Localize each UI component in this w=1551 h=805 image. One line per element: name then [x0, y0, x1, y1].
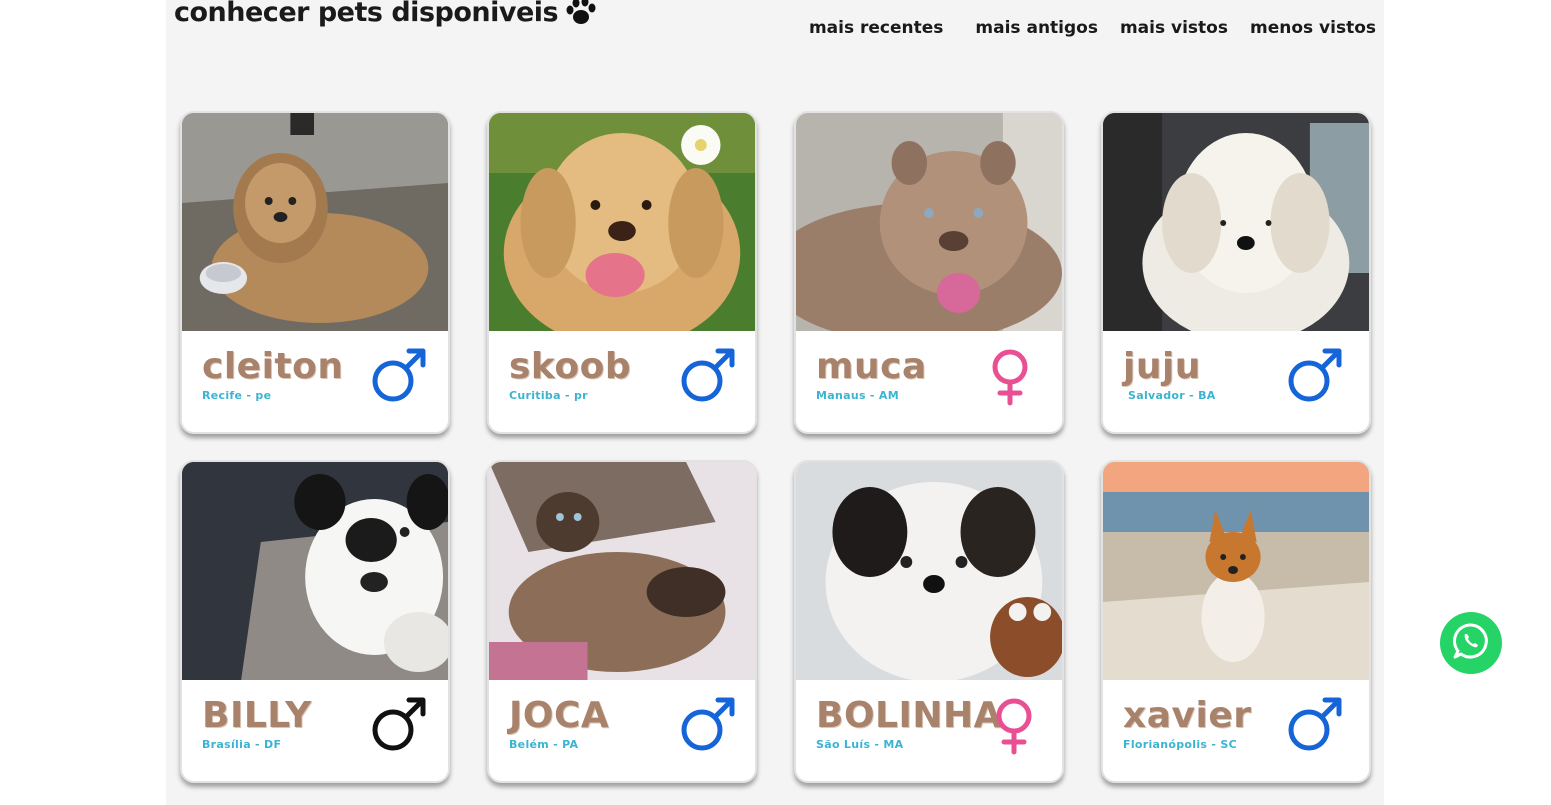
pet-card-xavier[interactable]: xavier Florianópolis - SC	[1101, 460, 1371, 783]
sort-most-recent[interactable]: mais recentes	[809, 18, 943, 38]
pet-location: Recife - pe	[202, 389, 272, 402]
pet-location: Florianópolis - SC	[1123, 738, 1237, 751]
male-icon	[1283, 696, 1347, 756]
sort-most-viewed[interactable]: mais vistos	[1120, 18, 1228, 38]
page-title: conhecer pets disponiveis	[174, 0, 604, 28]
pet-photo	[796, 113, 1062, 331]
male-icon	[367, 347, 431, 407]
page-title-text: conhecer pets disponiveis	[174, 0, 559, 28]
pet-card-cleiton[interactable]: cleiton Recife - pe	[180, 111, 450, 434]
pet-photo	[796, 462, 1062, 680]
pet-name: skoob	[509, 346, 632, 387]
pet-card-joca[interactable]: JOCA Belém - PA	[487, 460, 757, 783]
pet-name: JOCA	[509, 695, 610, 736]
pet-card-skoob[interactable]: skoob Curitiba - pr	[487, 111, 757, 434]
pet-photo	[182, 462, 448, 680]
pet-card-muca[interactable]: muca Manaus - AM	[794, 111, 1064, 434]
pet-name: xavier	[1123, 695, 1252, 736]
pet-name: juju	[1123, 346, 1201, 387]
paw-icon	[560, 0, 604, 28]
pet-name: BOLINHA	[816, 695, 1002, 736]
pet-name: BILLY	[202, 695, 312, 736]
pet-photo	[1103, 113, 1369, 331]
male-icon	[1283, 347, 1347, 407]
sort-oldest[interactable]: mais antigos	[975, 18, 1098, 38]
pet-location: São Luís - MA	[816, 738, 904, 751]
whatsapp-icon	[1451, 621, 1491, 665]
male-icon	[676, 347, 740, 407]
pet-location: Curitiba - pr	[509, 389, 588, 402]
pet-location: Manaus - AM	[816, 389, 899, 402]
pet-location: Brasília - DF	[202, 738, 282, 751]
female-icon	[982, 696, 1046, 756]
pet-card-juju[interactable]: juju Salvador - BA	[1101, 111, 1371, 434]
pet-name: muca	[816, 346, 927, 387]
pet-card-bolinha[interactable]: BOLINHA São Luís - MA	[794, 460, 1064, 783]
pet-location: Belém - PA	[509, 738, 579, 751]
pet-photo	[1103, 462, 1369, 680]
male-icon	[367, 696, 431, 756]
pet-photo	[489, 462, 755, 680]
sort-nav: mais recentes mais antigos mais vistos m…	[809, 15, 1376, 41]
pet-photo	[182, 113, 448, 331]
pet-photo	[489, 113, 755, 331]
female-icon	[978, 347, 1042, 407]
sort-least-viewed[interactable]: menos vistos	[1250, 18, 1376, 38]
pet-card-billy[interactable]: BILLY Brasília - DF	[180, 460, 450, 783]
pet-name: cleiton	[202, 346, 344, 387]
pet-location: Salvador - BA	[1128, 389, 1216, 402]
whatsapp-button[interactable]	[1440, 612, 1502, 674]
male-icon	[676, 696, 740, 756]
